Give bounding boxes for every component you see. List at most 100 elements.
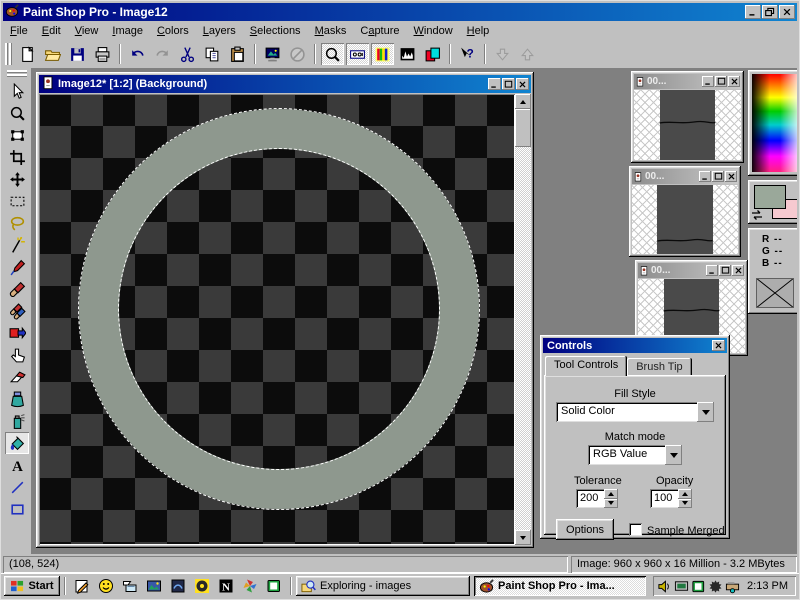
- opacity-spinner[interactable]: 100: [650, 489, 692, 508]
- tool-airbrush[interactable]: [5, 410, 29, 432]
- tolerance-spinner[interactable]: 200: [576, 489, 618, 508]
- menu-item-help[interactable]: Help: [460, 23, 497, 39]
- thumbnail-close-button[interactable]: [725, 171, 737, 182]
- menu-item-capture[interactable]: Capture: [353, 23, 406, 39]
- tool-line[interactable]: [5, 476, 29, 498]
- tray-display[interactable]: [674, 579, 689, 594]
- tolerance-up-button[interactable]: [604, 489, 618, 499]
- menu-item-image[interactable]: Image: [105, 23, 150, 39]
- thumbnail-close-button[interactable]: [728, 76, 740, 87]
- thumbnail-minimize-button[interactable]: [699, 171, 711, 182]
- fullscreen-preview-button[interactable]: [261, 43, 284, 65]
- vertical-scrollbar[interactable]: [515, 94, 531, 545]
- tolerance-down-button[interactable]: [604, 499, 618, 509]
- tool-arrow[interactable]: [5, 80, 29, 102]
- menu-item-window[interactable]: Window: [407, 23, 460, 39]
- image-minimize-button[interactable]: [488, 78, 501, 90]
- scroll-up-button[interactable]: [515, 94, 531, 109]
- palette-grip[interactable]: [7, 70, 27, 77]
- scroll-down-button[interactable]: [515, 530, 531, 545]
- new-button[interactable]: [16, 43, 39, 65]
- tool-zoom[interactable]: [5, 102, 29, 124]
- tool-shape[interactable]: [5, 498, 29, 520]
- browse-down-button[interactable]: [491, 43, 514, 65]
- opacity-up-button[interactable]: [678, 489, 692, 499]
- normal-viewing-button[interactable]: [286, 43, 309, 65]
- tray-volume[interactable]: [657, 579, 672, 594]
- image-window-titlebar[interactable]: Image12* [1:2] (Background): [39, 75, 531, 93]
- image-close-button[interactable]: [516, 78, 529, 90]
- menu-item-layers[interactable]: Layers: [196, 23, 243, 39]
- quick-launch-pinwheel[interactable]: [238, 576, 262, 597]
- match-mode-dropdown[interactable]: RGB Value: [588, 445, 682, 465]
- quick-launch-imaging[interactable]: [142, 576, 166, 597]
- image-maximize-button[interactable]: [502, 78, 515, 90]
- histogram-button[interactable]: [396, 43, 419, 65]
- quick-launch-desktop[interactable]: [118, 576, 142, 597]
- thumbnail-maximize-button[interactable]: [712, 171, 724, 182]
- tool-deformation[interactable]: [5, 124, 29, 146]
- menu-item-edit[interactable]: Edit: [35, 23, 68, 39]
- menu-item-colors[interactable]: Colors: [150, 23, 196, 39]
- thumbnail-maximize-button[interactable]: [715, 76, 727, 87]
- browse-up-button[interactable]: [516, 43, 539, 65]
- tray-book[interactable]: [691, 579, 706, 594]
- tab-tool-controls[interactable]: Tool Controls: [545, 356, 627, 376]
- paste-button[interactable]: [226, 43, 249, 65]
- menu-item-selections[interactable]: Selections: [243, 23, 308, 39]
- thumbnail-titlebar[interactable]: 00...: [632, 169, 738, 184]
- task-button-psp[interactable]: Paint Shop Pro - Ima...: [474, 576, 646, 596]
- opacity-down-button[interactable]: [678, 499, 692, 509]
- tool-paintbrush[interactable]: [5, 278, 29, 300]
- fill-style-dropdown-arrow[interactable]: [697, 402, 714, 422]
- controls-close-button[interactable]: [712, 340, 725, 351]
- copy-button[interactable]: [201, 43, 224, 65]
- sample-merged-checkbox[interactable]: [629, 523, 642, 536]
- quick-launch-wheel[interactable]: [190, 576, 214, 597]
- undo-button[interactable]: [126, 43, 149, 65]
- tool-freehand[interactable]: [5, 212, 29, 234]
- tool-magic-wand[interactable]: [5, 234, 29, 256]
- tolerance-value[interactable]: 200: [576, 489, 604, 508]
- tray-gear[interactable]: [708, 579, 723, 594]
- menu-item-view[interactable]: View: [68, 23, 106, 39]
- restore-button[interactable]: [762, 5, 778, 19]
- print-button[interactable]: [91, 43, 114, 65]
- tray-scanner[interactable]: [725, 579, 740, 594]
- tab-brush-tip[interactable]: Brush Tip: [627, 358, 691, 375]
- tool-text[interactable]: A: [5, 454, 29, 476]
- cut-button[interactable]: [176, 43, 199, 65]
- color-palette-button[interactable]: [371, 43, 394, 65]
- quick-launch-notes[interactable]: [70, 576, 94, 597]
- thumbnail-close-button[interactable]: [732, 265, 744, 276]
- canvas[interactable]: [39, 94, 515, 545]
- color-picker-gradient[interactable]: [752, 74, 797, 172]
- zoom-toggle-button[interactable]: [321, 43, 344, 65]
- save-button[interactable]: [66, 43, 89, 65]
- tool-color-replacer[interactable]: [5, 322, 29, 344]
- thumbnail-window-2[interactable]: 00...: [629, 166, 741, 257]
- tool-eraser[interactable]: [5, 366, 29, 388]
- scrollbar-thumb[interactable]: [515, 109, 531, 147]
- quick-launch-netscape[interactable]: N: [214, 576, 238, 597]
- fill-style-dropdown[interactable]: Solid Color: [556, 402, 714, 422]
- task-button-explorer[interactable]: Exploring - images: [296, 576, 470, 596]
- minimize-button[interactable]: [745, 5, 761, 19]
- tool-mover[interactable]: [5, 168, 29, 190]
- quick-launch-viewer[interactable]: [166, 576, 190, 597]
- thumbnail-minimize-button[interactable]: [706, 265, 718, 276]
- layer-palette-button[interactable]: [421, 43, 444, 65]
- thumbnail-maximize-button[interactable]: [719, 265, 731, 276]
- controls-titlebar[interactable]: Controls: [543, 338, 727, 353]
- tool-dropper[interactable]: [5, 256, 29, 278]
- style-bar-button[interactable]: [346, 43, 369, 65]
- tool-flood-fill[interactable]: [5, 432, 29, 454]
- match-mode-dropdown-arrow[interactable]: [665, 445, 682, 465]
- toolbar-grip[interactable]: [5, 43, 12, 65]
- menu-item-masks[interactable]: Masks: [308, 23, 354, 39]
- foreground-color-swatch[interactable]: [754, 185, 786, 209]
- thumbnail-titlebar[interactable]: 00...: [634, 74, 741, 89]
- thumbnail-window-1[interactable]: 00...: [631, 71, 744, 163]
- close-button[interactable]: [779, 5, 795, 19]
- thumbnail-minimize-button[interactable]: [702, 76, 714, 87]
